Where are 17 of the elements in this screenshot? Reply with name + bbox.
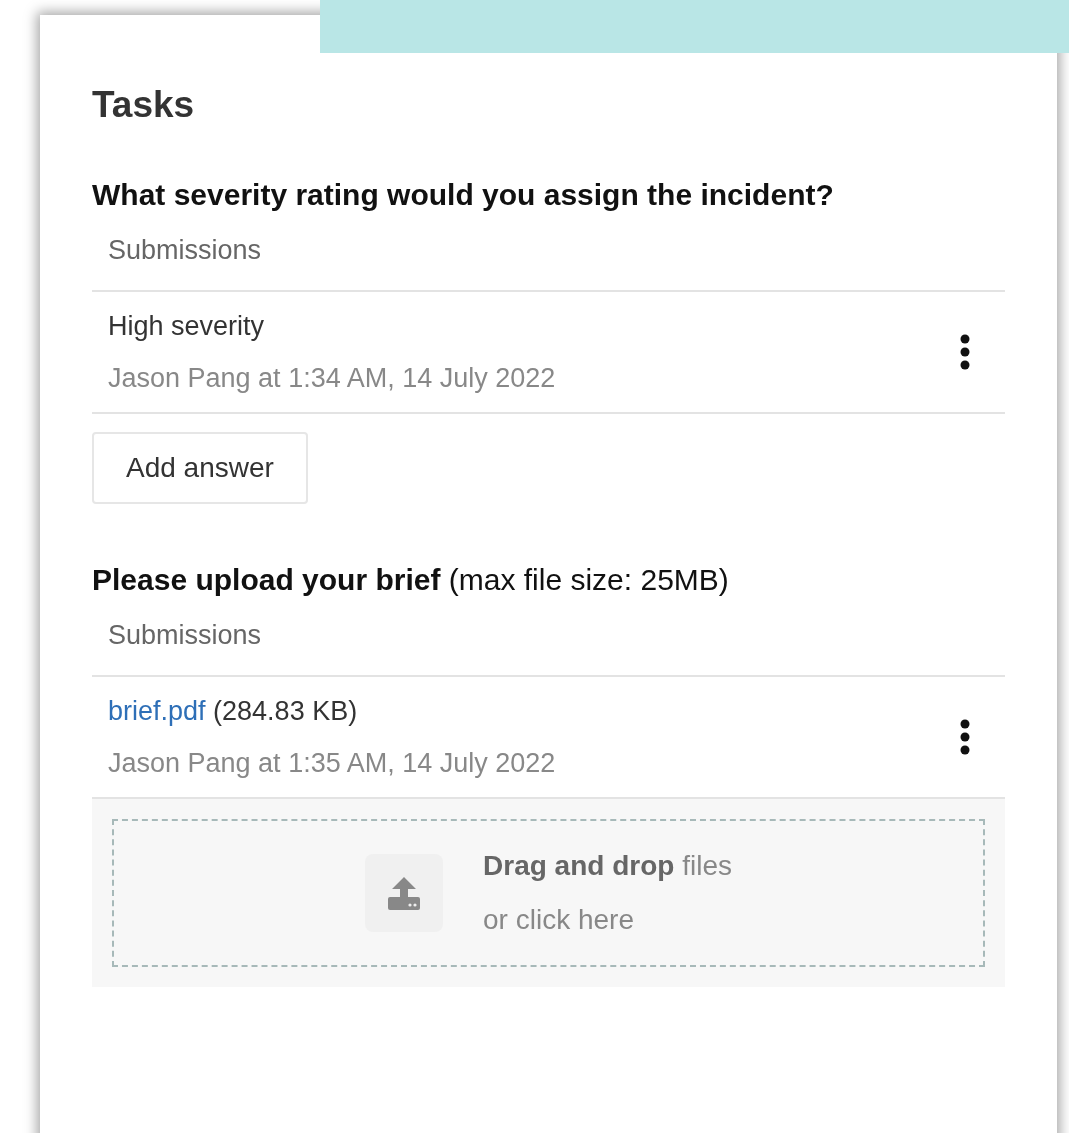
add-answer-button[interactable]: Add answer <box>92 432 308 504</box>
question-text: Please upload your brief (max file size: 25MB) <box>92 562 730 598</box>
panel-heading: Tasks <box>92 85 196 125</box>
question-text: What severity rating would you assign the incident? <box>92 177 835 213</box>
file-link[interactable]: brief.pdf <box>108 696 206 726</box>
more-options-icon[interactable] <box>959 334 971 370</box>
more-options-icon[interactable] <box>959 719 971 755</box>
dropzone-subtitle: or click here <box>483 903 635 937</box>
submissions-label: Submissions <box>92 598 1005 677</box>
answer-text: High severity <box>108 310 266 343</box>
dropzone-title: Drag and drop files <box>483 849 732 883</box>
file-dropzone[interactable]: Drag and drop files or click here <box>112 819 985 967</box>
upload-icon <box>387 875 422 911</box>
submission-meta: Jason Pang at 1:35 AM, 14 July 2022 <box>108 747 557 780</box>
submission-meta: Jason Pang at 1:34 AM, 14 July 2022 <box>108 362 557 395</box>
file-entry: brief.pdf (284.83 KB) <box>108 695 359 728</box>
submissions-label: Submissions <box>92 213 1005 292</box>
